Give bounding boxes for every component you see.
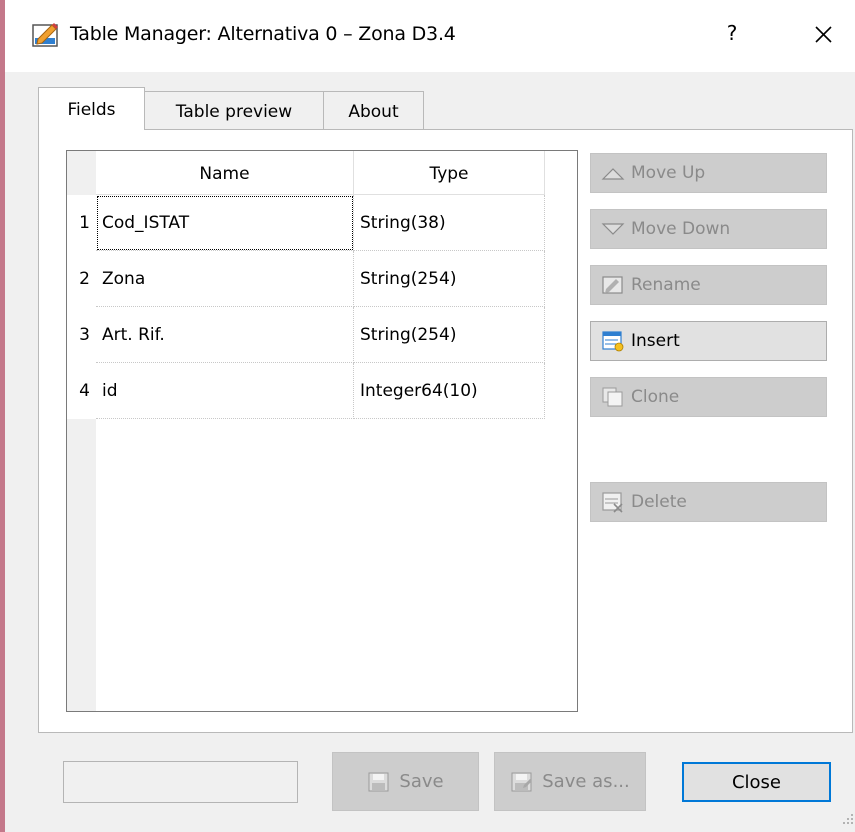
save-as-label: Save as... (542, 771, 630, 792)
insert-label: Insert (631, 331, 680, 351)
row-number[interactable]: 4 (67, 363, 96, 419)
move-down-button[interactable]: Move Down (590, 209, 827, 249)
delete-label: Delete (631, 492, 687, 512)
table-manager-app-icon (32, 23, 58, 47)
field-name-cell[interactable]: id (96, 363, 354, 419)
tab-about[interactable]: About (323, 91, 424, 129)
window-title: Table Manager: Alternativa 0 – Zona D3.4 (70, 23, 456, 45)
insert-icon (602, 331, 624, 352)
column-header-type[interactable]: Type (354, 151, 545, 195)
fields-tab-pane: Name Type 1 Cod_ISTAT String(38) 2 Zona … (38, 129, 853, 733)
arrow-down-icon (601, 223, 625, 235)
move-down-label: Move Down (631, 219, 731, 239)
tab-fields[interactable]: Fields (38, 87, 145, 130)
delete-icon (602, 492, 623, 513)
save-button[interactable]: Save (332, 752, 479, 811)
close-button[interactable]: Close (682, 762, 831, 802)
field-type-cell[interactable]: String(254) (354, 307, 545, 363)
save-icon (368, 772, 389, 791)
tab-table-preview[interactable]: Table preview (144, 91, 324, 129)
clone-label: Clone (631, 387, 680, 407)
title-bar: Table Manager: Alternativa 0 – Zona D3.4… (5, 0, 855, 72)
save-as-button[interactable]: Save as... (494, 752, 646, 811)
delete-button[interactable]: Delete (590, 482, 827, 522)
close-icon[interactable] (805, 17, 841, 51)
field-name-cell[interactable]: Art. Rif. (96, 307, 354, 363)
arrow-up-icon (601, 168, 625, 180)
field-type-cell[interactable]: String(38) (354, 195, 545, 251)
field-type-cell[interactable]: String(254) (354, 251, 545, 307)
rename-icon (602, 276, 623, 294)
table-corner[interactable] (67, 151, 96, 195)
clone-button[interactable]: Clone (590, 377, 827, 417)
rename-label: Rename (631, 275, 701, 295)
row-number[interactable]: 2 (67, 251, 96, 307)
field-name-cell[interactable]: Zona (96, 251, 354, 307)
field-type-cell[interactable]: Integer64(10) (354, 363, 545, 419)
column-header-name[interactable]: Name (96, 151, 354, 195)
resize-grip-icon[interactable] (841, 812, 855, 826)
status-field (63, 761, 298, 803)
help-button[interactable]: ? (717, 18, 747, 48)
save-as-icon (511, 772, 533, 791)
table-manager-dialog: Table Manager: Alternativa 0 – Zona D3.4… (5, 0, 855, 832)
move-up-label: Move Up (631, 163, 706, 183)
field-name-cell[interactable]: Cod_ISTAT (96, 195, 354, 251)
insert-button[interactable]: Insert (590, 321, 827, 361)
save-label: Save (399, 771, 444, 792)
move-up-button[interactable]: Move Up (590, 153, 827, 193)
rename-button[interactable]: Rename (590, 265, 827, 305)
row-number[interactable]: 3 (67, 307, 96, 363)
row-number[interactable]: 1 (67, 195, 96, 251)
clone-icon (602, 387, 623, 407)
fields-table[interactable]: Name Type 1 Cod_ISTAT String(38) 2 Zona … (66, 150, 578, 712)
